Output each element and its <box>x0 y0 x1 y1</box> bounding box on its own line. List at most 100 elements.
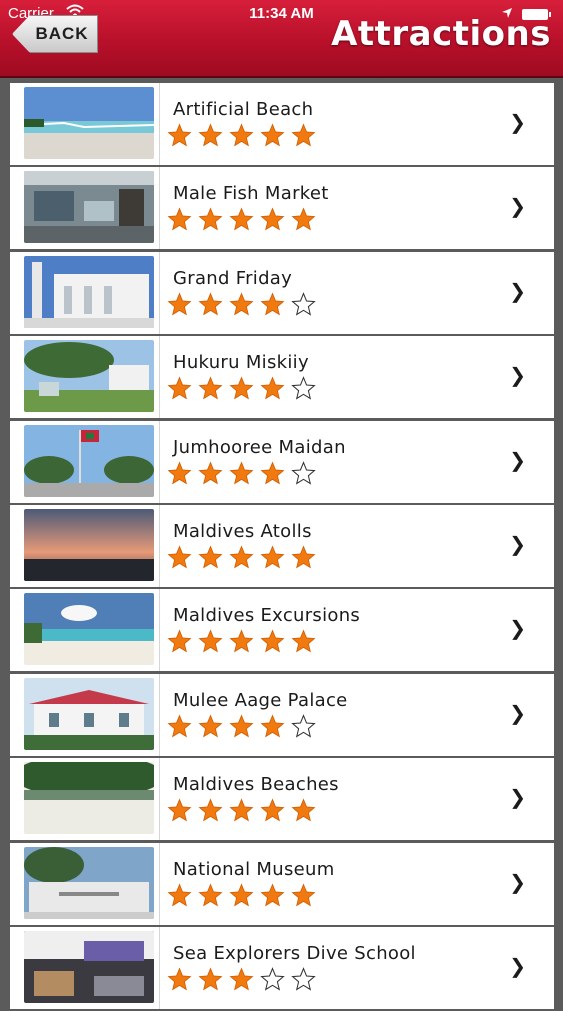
star-filled-icon <box>198 882 223 906</box>
star-filled-icon <box>291 207 316 231</box>
beach-photo <box>24 87 154 159</box>
chevron-right-icon: ❯ <box>509 194 526 219</box>
dive-school-photo <box>24 930 154 1003</box>
attraction-name: Sea Explorers Dive School <box>173 942 416 964</box>
thumbnail-cell <box>10 926 160 1009</box>
star-filled-icon <box>198 798 223 822</box>
list-item[interactable]: Maldives Beaches ❯ <box>10 758 554 841</box>
list-item[interactable]: Maldives Atolls ❯ <box>10 504 554 587</box>
attraction-name: Jumhooree Maidan <box>173 436 346 458</box>
market-photo <box>24 171 154 244</box>
list-item[interactable]: Jumhooree Maidan ❯ <box>10 420 554 503</box>
star-filled-icon <box>198 207 223 231</box>
star-filled-icon <box>229 376 254 400</box>
thumbnail-cell <box>10 589 160 672</box>
tropical-beach-photo <box>24 762 154 835</box>
rating-stars <box>167 123 322 153</box>
rating-stars <box>167 629 322 659</box>
star-empty-icon <box>291 291 316 316</box>
star-filled-icon <box>198 123 223 147</box>
list-item[interactable]: Maldives Excursions ❯ <box>10 589 554 672</box>
star-filled-icon <box>260 714 285 738</box>
attraction-name: Artificial Beach <box>173 99 314 120</box>
attraction-name: Mulee Aage Palace <box>173 689 348 711</box>
star-filled-icon <box>167 882 192 906</box>
back-button[interactable]: BACK <box>12 15 98 53</box>
star-filled-icon <box>291 882 316 906</box>
list-item[interactable]: National Museum ❯ <box>10 842 554 925</box>
star-filled-icon <box>167 545 192 569</box>
star-filled-icon <box>198 545 223 569</box>
star-filled-icon <box>198 376 223 400</box>
thumbnail-cell <box>10 504 160 587</box>
excursion-beach-photo <box>24 593 154 666</box>
museum-photo <box>24 846 154 919</box>
mosque-garden-photo <box>24 340 154 413</box>
star-filled-icon <box>229 714 254 738</box>
star-empty-icon <box>291 460 316 485</box>
thumbnail-cell <box>10 251 160 334</box>
star-filled-icon <box>229 207 254 231</box>
star-empty-icon <box>260 967 285 991</box>
sunset-sea-photo <box>24 508 154 581</box>
star-filled-icon <box>291 798 316 822</box>
star-filled-icon <box>167 376 192 400</box>
list-item[interactable]: Artificial Beach ❯ <box>10 83 554 165</box>
list-item[interactable]: Mulee Aage Palace ❯ <box>10 673 554 756</box>
star-filled-icon <box>167 967 192 991</box>
star-filled-icon <box>229 967 254 991</box>
star-filled-icon <box>167 714 192 738</box>
thumbnail-cell <box>10 842 160 925</box>
chevron-right-icon: ❯ <box>509 953 526 978</box>
chevron-right-icon: ❯ <box>509 616 526 641</box>
star-filled-icon <box>260 376 285 400</box>
star-filled-icon <box>198 967 223 991</box>
mosque-photo <box>24 255 154 328</box>
attraction-name: Maldives Beaches <box>173 774 339 796</box>
star-filled-icon <box>198 629 223 653</box>
list-item[interactable]: Sea Explorers Dive School ❯ <box>10 926 554 1009</box>
star-filled-icon <box>260 798 285 822</box>
chevron-right-icon: ❯ <box>509 110 526 134</box>
star-filled-icon <box>260 207 285 231</box>
chevron-right-icon: ❯ <box>509 785 526 810</box>
rating-stars <box>167 967 322 997</box>
attraction-name: National Museum <box>173 858 335 880</box>
star-filled-icon <box>167 292 192 316</box>
palace-photo <box>24 677 154 750</box>
star-filled-icon <box>167 461 192 484</box>
thumbnail-cell <box>10 673 160 756</box>
list-item[interactable]: Hukuru Miskiiy ❯ <box>10 336 554 419</box>
thumbnail-cell <box>10 758 160 841</box>
star-empty-icon <box>291 713 316 738</box>
rating-stars <box>167 207 322 237</box>
star-filled-icon <box>229 292 254 316</box>
star-filled-icon <box>260 629 285 653</box>
thumbnail-cell <box>10 336 160 419</box>
list-item[interactable]: Grand Friday ❯ <box>10 251 554 334</box>
thumbnail-cell <box>10 420 160 503</box>
square-flag-photo <box>24 424 154 497</box>
star-filled-icon <box>260 292 285 316</box>
chevron-right-icon: ❯ <box>509 531 526 556</box>
rating-stars <box>167 882 322 913</box>
rating-stars <box>167 460 322 491</box>
chevron-right-icon: ❯ <box>509 700 526 725</box>
attraction-name: Grand Friday <box>173 267 293 289</box>
star-filled-icon <box>260 545 285 569</box>
star-filled-icon <box>260 461 285 484</box>
rating-stars <box>167 713 322 744</box>
star-filled-icon <box>229 882 254 906</box>
star-filled-icon <box>291 123 316 147</box>
list-item[interactable]: Male Fish Market ❯ <box>10 167 554 250</box>
star-filled-icon <box>198 714 223 738</box>
star-filled-icon <box>229 798 254 822</box>
star-filled-icon <box>167 123 192 147</box>
attraction-name: Male Fish Market <box>173 183 329 205</box>
attraction-name: Hukuru Miskiiy <box>173 352 309 374</box>
rating-stars <box>167 798 322 828</box>
rating-stars <box>167 376 322 406</box>
star-filled-icon <box>167 207 192 231</box>
attraction-name: Maldives Atolls <box>173 520 312 542</box>
star-filled-icon <box>291 629 316 653</box>
